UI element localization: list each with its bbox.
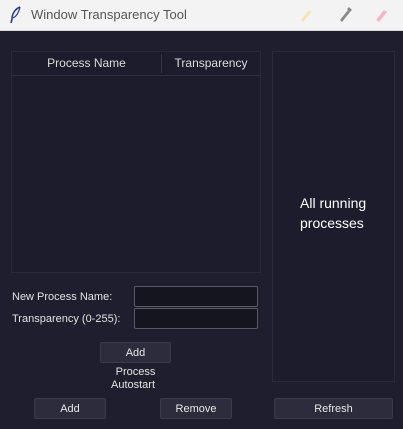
column-header-transparency[interactable]: Transparency [162, 52, 260, 75]
process-name-label: New Process Name: [12, 291, 113, 303]
running-processes-list[interactable]: All running processes [272, 51, 395, 382]
minimize-icon[interactable] [296, 5, 316, 25]
autostart-add-button[interactable]: Add [34, 398, 106, 419]
add-process-button[interactable]: Add Process [100, 342, 171, 378]
app-window: Window Transparency Tool Process Name Tr… [0, 0, 403, 429]
title-bar[interactable]: Window Transparency Tool [0, 0, 403, 31]
window-title: Window Transparency Tool [31, 7, 187, 22]
column-header-process-name[interactable]: Process Name [12, 52, 161, 75]
table-header: Process Name Transparency [12, 52, 260, 76]
refresh-button[interactable]: Refresh [274, 398, 393, 419]
feather-icon [9, 6, 23, 24]
running-processes-label: All running processes [300, 195, 367, 231]
close-icon[interactable] [372, 5, 392, 25]
autostart-remove-button[interactable]: Remove [160, 398, 232, 419]
transparency-label: Transparency (0-255): [12, 313, 121, 325]
autostart-label: Autostart [111, 379, 156, 391]
transparency-input[interactable] [134, 308, 258, 329]
maximize-icon[interactable] [335, 5, 355, 25]
process-table[interactable]: Process Name Transparency [11, 51, 261, 273]
process-name-input[interactable] [134, 286, 258, 307]
